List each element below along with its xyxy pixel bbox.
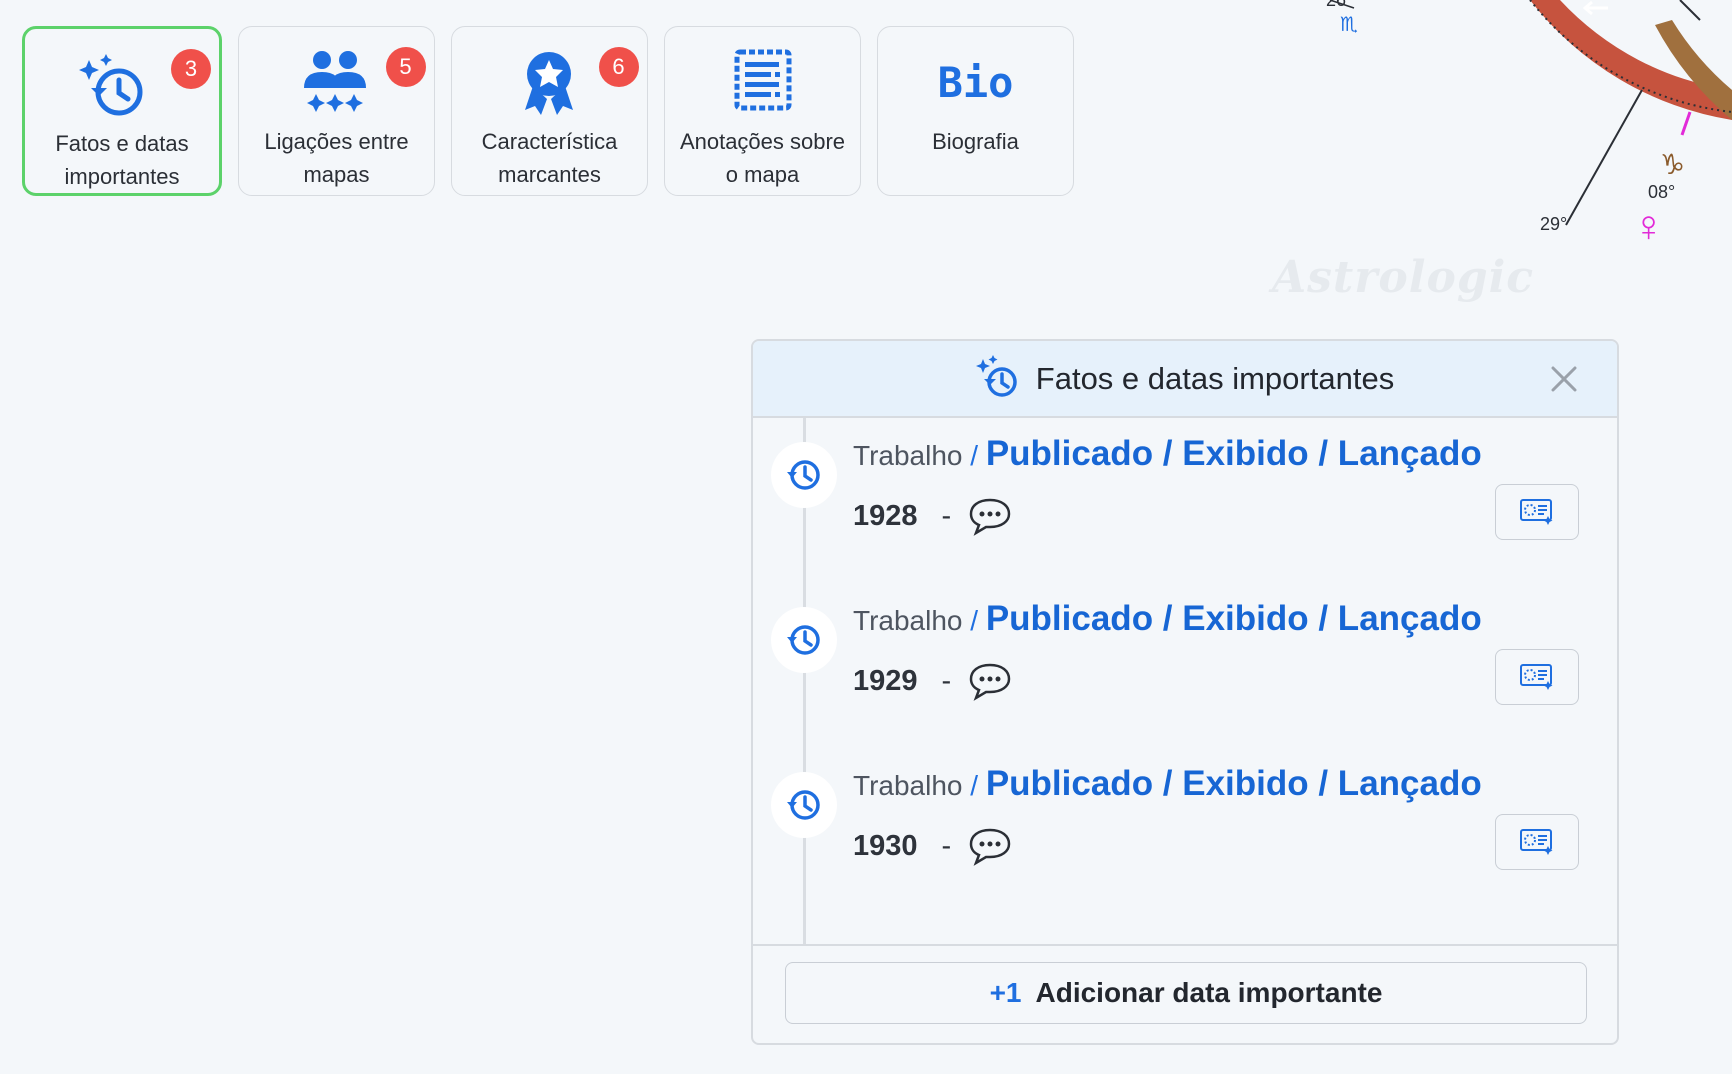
- fact-year: 1929: [853, 664, 918, 697]
- tile-ligacoes[interactable]: 5 Ligações entre mapas: [238, 26, 435, 196]
- add-button-label: Adicionar data importante: [1035, 977, 1383, 1008]
- chart-degree-left: 29°: [1540, 214, 1568, 234]
- add-plus-label: +1: [989, 977, 1022, 1008]
- tile-label: Característica marcantes: [481, 129, 618, 187]
- document-notes-icon: [720, 41, 806, 123]
- fact-year: 1928: [853, 499, 918, 532]
- tile-label: Fatos e datas importantes: [55, 131, 189, 189]
- fact-subcategory: Publicado / Exibido / Lançado: [985, 434, 1482, 473]
- astro-chart-fragment[interactable]: [1300, 0, 1732, 290]
- tile-label: Biografia: [932, 129, 1019, 154]
- astro-card-button[interactable]: [1495, 649, 1579, 705]
- panel-title: Fatos e datas importantes: [1035, 360, 1395, 396]
- fact-category: Trabalho: [853, 770, 963, 801]
- fact-separator: /: [970, 770, 979, 801]
- tile-label: Ligações entre mapas: [264, 129, 409, 187]
- fact-category: Trabalho: [853, 605, 963, 636]
- tool-tiles: 3 Fatos e datas importantes 5 Ligações e…: [22, 26, 1074, 196]
- history-sparkle-icon: 3: [79, 43, 211, 125]
- tile-badge: 5: [385, 47, 426, 87]
- fact-subcategory: Publicado / Exibido / Lançado: [985, 599, 1482, 638]
- fact-category: Trabalho: [853, 440, 963, 471]
- bio-icon-text: Bio: [937, 57, 1014, 107]
- fact-separator: /: [970, 605, 979, 636]
- fact-year: 1930: [853, 829, 918, 862]
- panel-header: Fatos e datas importantes: [753, 341, 1617, 418]
- scorpio-sign-icon: ♏: [1340, 14, 1358, 36]
- tile-badge: 6: [598, 47, 639, 87]
- history-icon: [771, 772, 837, 838]
- capricorn-sign-icon: ♑: [1660, 149, 1686, 180]
- fact-date-row: 1929 -: [853, 661, 1013, 701]
- ribbon-star-icon: 6: [507, 41, 639, 123]
- astro-card-button[interactable]: [1495, 814, 1579, 870]
- fact-entry: Trabalho / Publicado / Exibido / Lançado…: [753, 748, 1617, 888]
- tile-biografia[interactable]: Bio Biografia: [877, 26, 1074, 196]
- astrologic-watermark: Astrologic: [1272, 252, 1535, 303]
- people-stars-icon: 5: [294, 41, 426, 123]
- venus-planet-icon[interactable]: ♀: [1632, 202, 1665, 252]
- chart-degree-right: 08°: [1648, 182, 1676, 202]
- history-sparkle-icon: [975, 353, 1022, 404]
- tile-label: Anotações sobre o mapa: [679, 129, 846, 187]
- panel-footer: +1 Adicionar data importante: [753, 944, 1617, 1043]
- fact-date-row: 1928 -: [853, 496, 1013, 536]
- tile-anotacoes[interactable]: Anotações sobre o mapa: [664, 26, 861, 196]
- fact-title[interactable]: Trabalho / Publicado / Exibido / Lançado: [853, 764, 1482, 804]
- comment-icon[interactable]: [967, 826, 1013, 866]
- fact-dash: -: [941, 664, 952, 697]
- fact-dash: -: [941, 829, 952, 862]
- close-icon[interactable]: [1547, 362, 1581, 396]
- comment-icon[interactable]: [967, 496, 1013, 536]
- app-stage: 3 Fatos e datas importantes 5 Ligações e…: [0, 0, 1732, 1074]
- add-important-date-button[interactable]: +1 Adicionar data importante: [785, 962, 1587, 1024]
- comment-icon[interactable]: [967, 661, 1013, 701]
- fact-separator: /: [970, 440, 979, 471]
- fact-date-row: 1930 -: [853, 826, 1013, 866]
- tile-fatos-datas[interactable]: 3 Fatos e datas importantes: [22, 26, 222, 196]
- chart-degree-top: 26°: [1326, 0, 1354, 10]
- fact-entry: Trabalho / Publicado / Exibido / Lançado…: [753, 583, 1617, 723]
- bio-icon: Bio: [938, 41, 1014, 123]
- tile-badge: 3: [171, 49, 211, 89]
- astro-card-button[interactable]: [1495, 484, 1579, 540]
- fact-entry: Trabalho / Publicado / Exibido / Lançado…: [753, 418, 1617, 558]
- fact-subcategory: Publicado / Exibido / Lançado: [985, 764, 1482, 803]
- fact-title[interactable]: Trabalho / Publicado / Exibido / Lançado: [853, 434, 1482, 474]
- tile-caracteristicas[interactable]: 6 Característica marcantes: [451, 26, 648, 196]
- history-icon: [771, 442, 837, 508]
- fact-dash: -: [941, 499, 952, 532]
- history-icon: [771, 607, 837, 673]
- facts-panel: Fatos e datas importantes Trabalho / Pub…: [751, 339, 1619, 1045]
- fact-title[interactable]: Trabalho / Publicado / Exibido / Lançado: [853, 599, 1482, 639]
